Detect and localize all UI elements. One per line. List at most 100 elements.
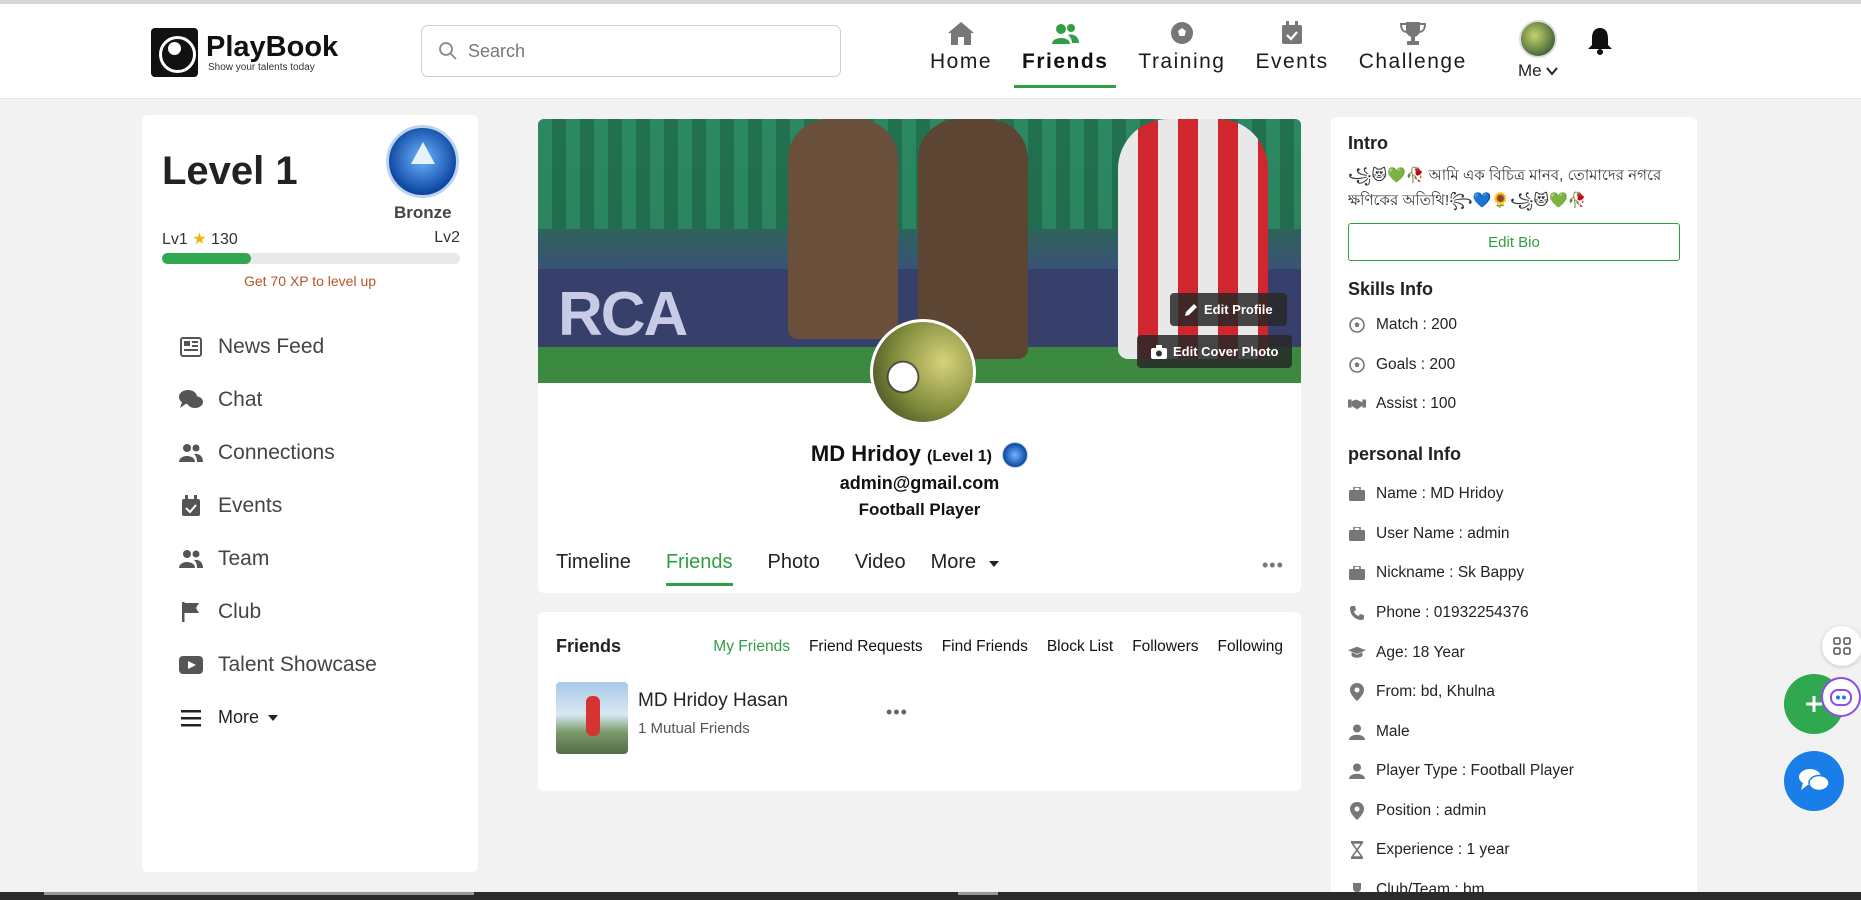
sidebar-item-label: Chat bbox=[218, 387, 263, 411]
xp-points: 130 bbox=[211, 231, 238, 248]
skill-match: Match : 200 bbox=[1348, 316, 1457, 334]
newspaper-icon bbox=[180, 336, 202, 357]
bio-line-1: ꧁😻💚🥀 আমি এক বিচিত্র মানব, তোমাদের নগরে bbox=[1348, 167, 1662, 184]
profile-avatar[interactable] bbox=[870, 319, 976, 425]
edit-profile-button[interactable]: Edit Profile bbox=[1170, 293, 1287, 326]
camera-icon bbox=[1151, 344, 1167, 359]
nav-challenge[interactable]: Challenge bbox=[1359, 18, 1467, 74]
apps-grid-button[interactable] bbox=[1822, 626, 1861, 666]
me-menu[interactable]: Me bbox=[1518, 20, 1559, 81]
info-username: User Name : admin bbox=[1348, 525, 1510, 543]
grid-icon bbox=[1833, 637, 1851, 655]
level-title: Level 1 bbox=[162, 149, 298, 193]
edit-profile-label: Edit Profile bbox=[1204, 302, 1273, 317]
nav-training[interactable]: Training bbox=[1138, 18, 1225, 74]
tab-timeline[interactable]: Timeline bbox=[556, 551, 631, 586]
profile-email: admin@gmail.com bbox=[839, 473, 1000, 493]
trophy-icon bbox=[1399, 22, 1426, 45]
avatar bbox=[1519, 20, 1558, 58]
sidebar-item-label: Team bbox=[218, 546, 270, 570]
sidebar-item-talent-showcase[interactable]: Talent Showcase bbox=[178, 638, 377, 691]
sidebar-item-club[interactable]: Club bbox=[178, 585, 377, 638]
bell-icon bbox=[1588, 28, 1612, 55]
sidebar-item-news-feed[interactable]: News Feed bbox=[178, 320, 377, 373]
nav-friends[interactable]: Friends bbox=[1013, 18, 1117, 88]
list-item[interactable]: MD Hridoy Hasan 1 Mutual Friends bbox=[556, 682, 788, 754]
tab-friends[interactable]: Friends bbox=[665, 551, 733, 586]
info-experience-text: Experience : 1 year bbox=[1376, 841, 1510, 858]
link-find-friends[interactable]: Find Friends bbox=[942, 638, 1028, 656]
cover-board-text: RCA bbox=[558, 280, 688, 349]
info-phone-text: Phone : 01932254376 bbox=[1376, 604, 1529, 621]
link-my-friends[interactable]: My Friends bbox=[713, 638, 790, 656]
friends-filter-links: My Friends Friend Requests Find Friends … bbox=[713, 638, 1283, 656]
tab-video[interactable]: Video bbox=[855, 551, 906, 586]
link-followers[interactable]: Followers bbox=[1132, 638, 1198, 656]
level-badge-icon bbox=[386, 125, 459, 198]
link-friend-requests[interactable]: Friend Requests bbox=[809, 638, 923, 656]
search-input[interactable] bbox=[468, 40, 808, 62]
sidebar-item-chat[interactable]: Chat bbox=[178, 373, 377, 426]
friend-mutual-count: 1 Mutual Friends bbox=[638, 720, 750, 737]
friend-name[interactable]: MD Hridoy Hasan bbox=[638, 690, 788, 712]
sidebar-item-more[interactable]: More bbox=[178, 691, 377, 744]
sidebar-item-label: News Feed bbox=[218, 334, 325, 358]
friend-options-icon[interactable]: ••• bbox=[886, 702, 908, 723]
caret-down-icon bbox=[988, 561, 999, 567]
soccer-ball-icon bbox=[1349, 357, 1365, 373]
sidebar-item-team[interactable]: Team bbox=[178, 532, 377, 585]
search-box[interactable] bbox=[421, 25, 841, 77]
calendar-check-icon bbox=[1282, 21, 1303, 44]
nav-home[interactable]: Home bbox=[930, 18, 992, 74]
sidebar-item-label: Events bbox=[218, 493, 283, 517]
messenger-button[interactable] bbox=[1784, 751, 1844, 811]
edit-cover-photo-button[interactable]: Edit Cover Photo bbox=[1137, 335, 1293, 368]
info-nickname: Nickname : Sk Bappy bbox=[1348, 564, 1524, 582]
friends-title: Friends bbox=[556, 636, 622, 656]
xp-current-level: Lv1 bbox=[162, 231, 188, 248]
nav-events-label: Events bbox=[1255, 50, 1329, 73]
users-icon bbox=[179, 549, 203, 568]
tab-more-label: More bbox=[930, 551, 977, 573]
link-following[interactable]: Following bbox=[1218, 638, 1283, 656]
friends-icon bbox=[1052, 24, 1080, 44]
playbook-logo[interactable]: PlayBook Show your talents today bbox=[151, 28, 338, 77]
info-name: Name : MD Hridoy bbox=[1348, 485, 1503, 503]
map-pin-icon bbox=[1350, 683, 1364, 701]
tab-photo[interactable]: Photo bbox=[768, 551, 820, 586]
app-tagline: Show your talents today bbox=[208, 62, 315, 73]
link-block-list[interactable]: Block List bbox=[1047, 638, 1113, 656]
notifications-button[interactable] bbox=[1586, 26, 1614, 61]
level-badge-name: Bronze bbox=[394, 203, 452, 222]
menu-icon bbox=[181, 709, 201, 726]
sidebar-item-events[interactable]: Events bbox=[178, 479, 377, 532]
briefcase-icon bbox=[1349, 487, 1365, 501]
ai-assistant-button[interactable] bbox=[1821, 677, 1861, 717]
video-icon bbox=[179, 655, 203, 674]
intro-title: Intro bbox=[1348, 133, 1388, 153]
briefcase-icon bbox=[1349, 566, 1365, 580]
app-name: PlayBook bbox=[206, 31, 339, 63]
edit-bio-button[interactable]: Edit Bio bbox=[1348, 223, 1680, 261]
soccer-ball-icon bbox=[1349, 317, 1365, 333]
tab-more[interactable]: More bbox=[931, 551, 1000, 586]
sidebar-item-label: Club bbox=[218, 599, 262, 623]
calendar-check-icon bbox=[182, 494, 200, 516]
info-gender-text: Male bbox=[1376, 723, 1410, 740]
os-taskbar bbox=[0, 892, 1861, 900]
info-player-type: Player Type : Football Player bbox=[1348, 762, 1574, 780]
skill-goals: Goals : 200 bbox=[1348, 356, 1455, 374]
info-position-text: Position : admin bbox=[1376, 802, 1487, 819]
home-icon bbox=[948, 22, 975, 45]
nav-events[interactable]: Events bbox=[1255, 18, 1328, 74]
map-pin-icon bbox=[1350, 802, 1364, 820]
bio-line-2: ক্ষণিকের অতিথি!꧂💙🌻꧁😻💚🥀 bbox=[1348, 192, 1587, 209]
sidebar-item-connections[interactable]: Connections bbox=[178, 426, 377, 479]
nav-friends-label: Friends bbox=[1022, 50, 1109, 73]
friend-avatar[interactable] bbox=[556, 682, 628, 754]
more-options-icon[interactable]: ••• bbox=[1262, 555, 1284, 576]
personal-info-title: personal Info bbox=[1348, 444, 1462, 464]
level-badge-icon bbox=[1002, 442, 1029, 469]
profile-tabs: Timeline Friends Photo Video More bbox=[556, 551, 1035, 586]
info-nickname-text: Nickname : Sk Bappy bbox=[1376, 564, 1525, 581]
